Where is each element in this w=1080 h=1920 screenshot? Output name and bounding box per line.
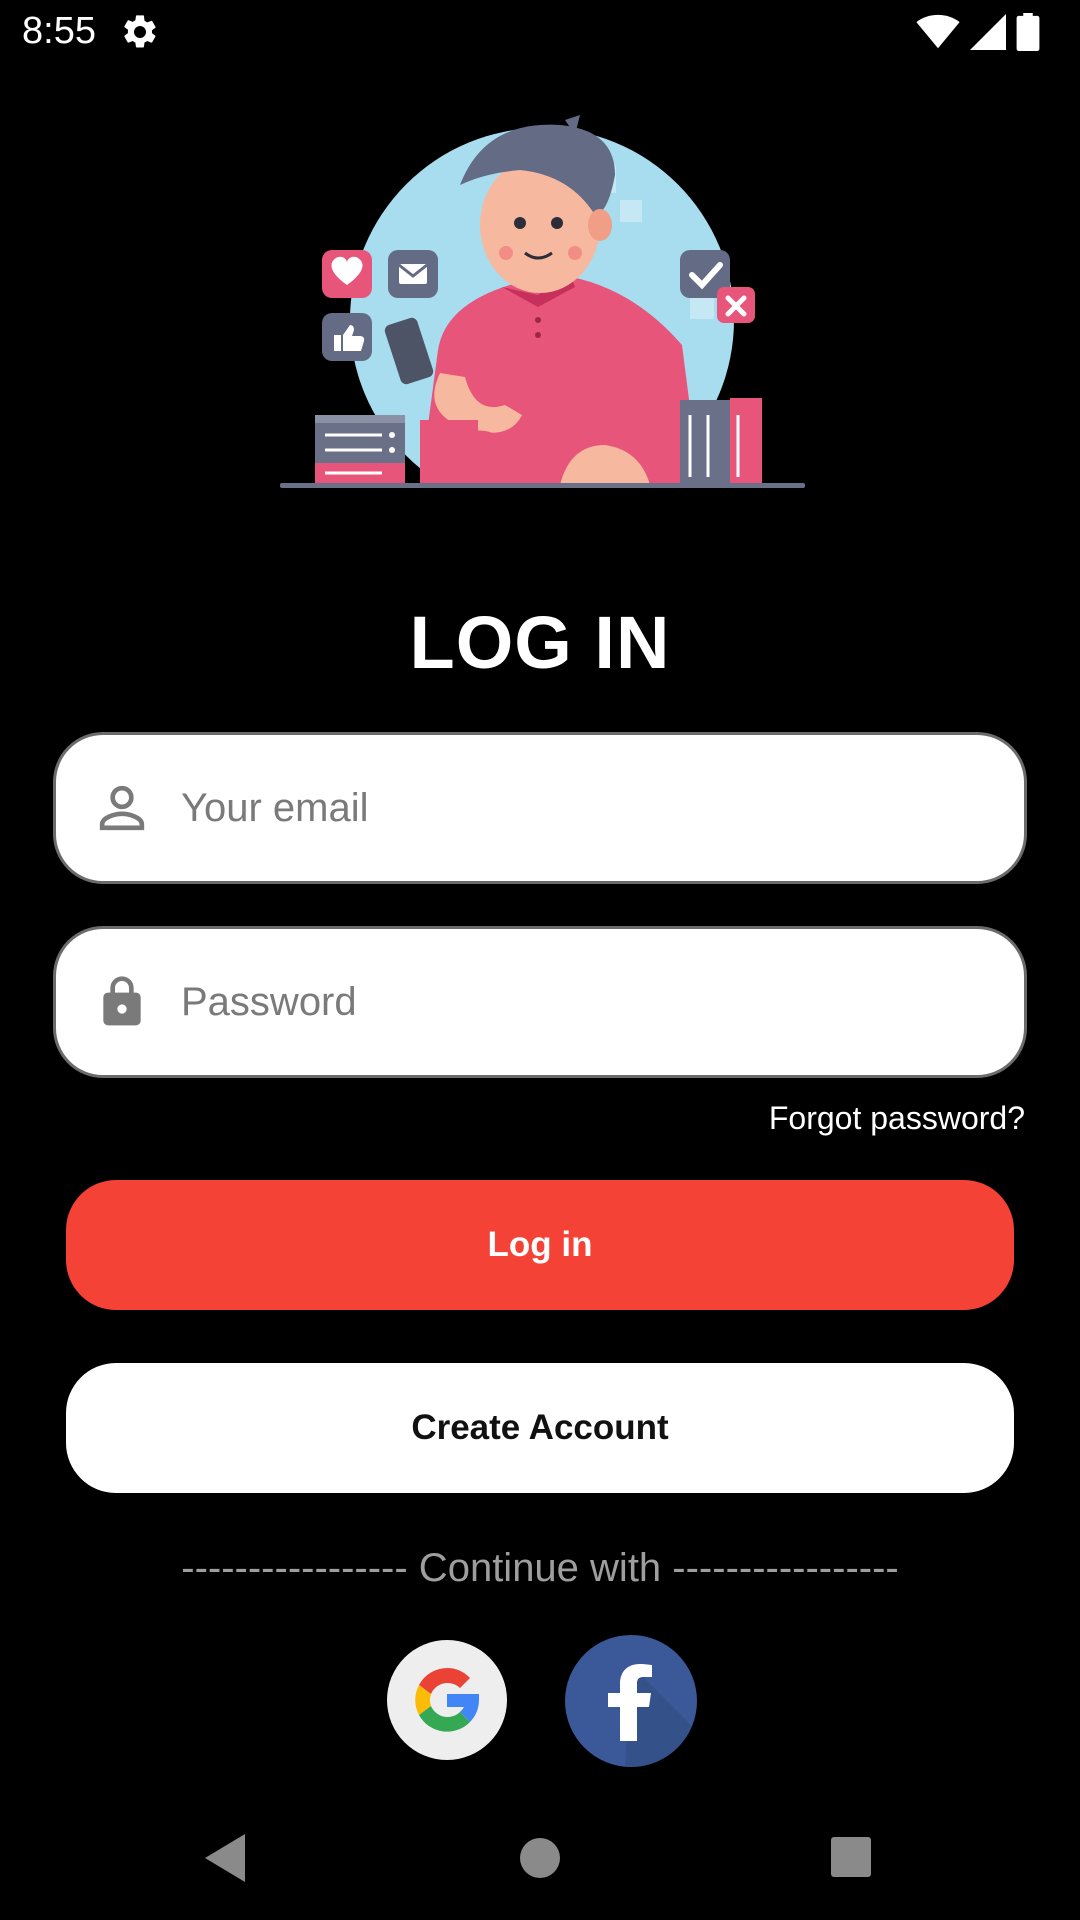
password-field[interactable] xyxy=(53,926,1027,1078)
facebook-sign-in-button[interactable] xyxy=(565,1635,697,1767)
google-sign-in-button[interactable] xyxy=(387,1640,507,1760)
create-account-button[interactable]: Create Account xyxy=(66,1363,1014,1493)
google-icon xyxy=(415,1668,479,1732)
login-button[interactable]: Log in xyxy=(66,1180,1014,1310)
page-title: LOG IN xyxy=(409,601,671,684)
continue-with-divider: ----------------- Continue with --------… xyxy=(181,1546,899,1590)
forgot-password-link[interactable]: Forgot password? xyxy=(769,1100,1025,1137)
wifi-icon xyxy=(916,14,960,49)
status-bar: 8:55 xyxy=(0,0,1080,64)
status-time: 8:55 xyxy=(22,10,96,52)
cell-signal-icon xyxy=(970,14,1006,50)
person-icon xyxy=(99,785,145,831)
home-icon[interactable] xyxy=(520,1838,560,1878)
lock-icon xyxy=(103,976,141,1026)
facebook-icon xyxy=(608,1664,697,1767)
back-icon[interactable] xyxy=(205,1834,245,1882)
battery-icon xyxy=(1016,13,1040,51)
password-input[interactable] xyxy=(181,929,1001,1075)
recents-icon[interactable] xyxy=(831,1837,871,1877)
login-screen: 8:55 LOG IN Your email Forgot password? … xyxy=(0,0,1080,1920)
navigation-bar xyxy=(0,1800,1080,1920)
gear-icon xyxy=(124,15,156,48)
status-icons xyxy=(916,12,1040,52)
person-with-phone-social-media-illustration xyxy=(270,115,810,495)
email-input[interactable] xyxy=(181,735,1001,881)
email-field[interactable] xyxy=(53,732,1027,884)
